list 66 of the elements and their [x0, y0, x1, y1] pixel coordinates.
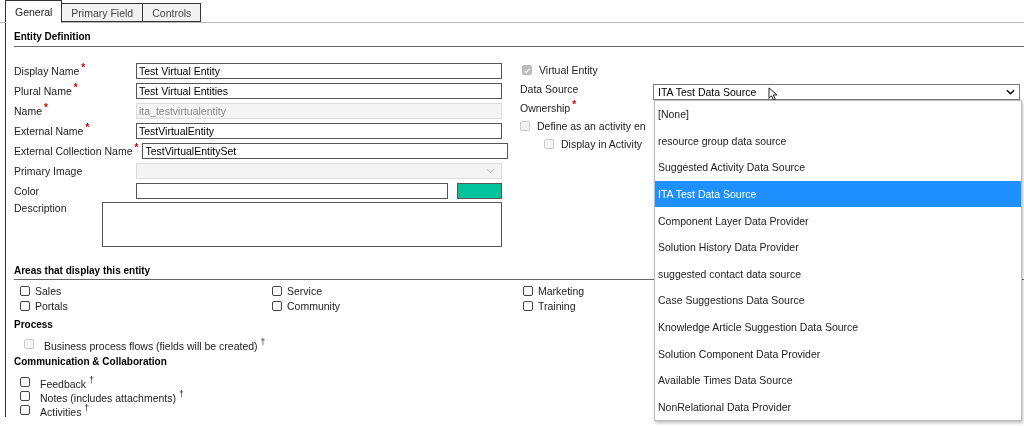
required-mark: * — [85, 121, 90, 135]
section-title: Entity Definition — [14, 31, 1024, 47]
field-label: Color — [14, 185, 40, 197]
field-label: External Collection Name — [14, 145, 133, 157]
data-source-dropdown[interactable]: ITA Test Data Source — [653, 84, 1020, 100]
dropdown-option[interactable]: Solution Component Data Provider — [655, 340, 1021, 367]
text-field[interactable]: TestVirtualEntitySet — [142, 143, 509, 159]
section-title: Communication & Collaboration — [14, 356, 167, 367]
checkbox[interactable] — [20, 300, 30, 311]
dropdown-option[interactable]: [None] — [655, 101, 1021, 128]
required-mark: * — [572, 99, 577, 110]
color-swatch[interactable] — [457, 183, 502, 199]
section-title: Process — [14, 319, 53, 330]
dropdown-option[interactable]: suggested contact data source — [655, 260, 1021, 288]
dropdown-option[interactable]: resource group data source — [655, 127, 1021, 155]
field-label: Ownership — [520, 101, 571, 114]
required-mark: * — [134, 141, 139, 155]
field-label: Name — [14, 105, 42, 117]
dropdown-option[interactable]: NonRelational Data Provider — [655, 393, 1021, 421]
checkbox[interactable] — [272, 285, 282, 296]
chevron-icon — [1006, 89, 1015, 95]
chevron-icon — [486, 168, 495, 174]
checkbox-label: Portals — [35, 299, 68, 312]
checkbox-label: Business process flows (fields will be created) $^{†}$ — [44, 336, 266, 352]
checkbox[interactable] — [523, 285, 533, 296]
tab[interactable]: General — [5, 0, 63, 23]
checkbox-label: Community — [287, 299, 341, 312]
checkbox[interactable] — [20, 377, 30, 387]
dropdown-option[interactable]: Available Times Data Source — [655, 366, 1021, 394]
field-label: Display Name — [14, 65, 80, 77]
checkbox[interactable] — [272, 300, 282, 311]
checkbox-label: Define as an activity en — [537, 120, 646, 132]
tab[interactable]: Controls — [142, 3, 202, 22]
field-label: External Name — [14, 125, 84, 137]
dropdown-option[interactable]: Component Layer Data Provider — [655, 207, 1021, 234]
text-field[interactable]: Test Virtual Entities — [136, 83, 502, 99]
checkbox-label: Sales — [35, 284, 62, 297]
field-label: Data Source — [520, 82, 579, 95]
dropdown-option[interactable]: Knowledge Article Suggestion Data Source — [655, 313, 1021, 341]
required-mark: * — [44, 101, 48, 115]
required-mark: * — [81, 61, 86, 75]
checkbox-label: Service — [287, 284, 322, 297]
tab[interactable]: Primary Field — [61, 3, 144, 22]
dropdown-option[interactable]: Case Suggestions Data Source — [655, 287, 1021, 314]
text-field[interactable]: TestVirtualEntity — [136, 123, 502, 139]
checkbox-label: Marketing — [538, 284, 585, 297]
dropdown-option[interactable]: Suggested Activity Data Source — [655, 154, 1021, 181]
checkbox[interactable] — [523, 300, 533, 311]
checkbox-label: Training — [538, 299, 576, 312]
checkbox[interactable] — [20, 391, 30, 401]
checkbox-label: Virtual Entity — [539, 64, 598, 76]
dropdown-option[interactable]: Solution History Data Provider — [655, 233, 1021, 261]
checkbox-label: Feedback $^{†}$ — [40, 374, 94, 390]
text-field[interactable]: Test Virtual Entity — [136, 63, 502, 79]
color-field[interactable] — [136, 183, 448, 199]
checkbox[interactable] — [20, 405, 30, 415]
checkbox[interactable] — [20, 285, 30, 296]
field-label: Description — [14, 202, 67, 214]
required-mark: * — [73, 81, 78, 95]
checkbox-label: Display in Activity — [561, 138, 643, 150]
field-label: Primary Image — [14, 165, 83, 177]
checkbox-label: Notes (includes attachments) $^{†}$ — [40, 388, 184, 404]
section-title: Areas that display this entity — [14, 265, 151, 276]
field-label: Plural Name — [14, 85, 72, 97]
description-field[interactable] — [102, 202, 502, 247]
dropdown-value: ITA Test Data Source — [658, 86, 757, 98]
